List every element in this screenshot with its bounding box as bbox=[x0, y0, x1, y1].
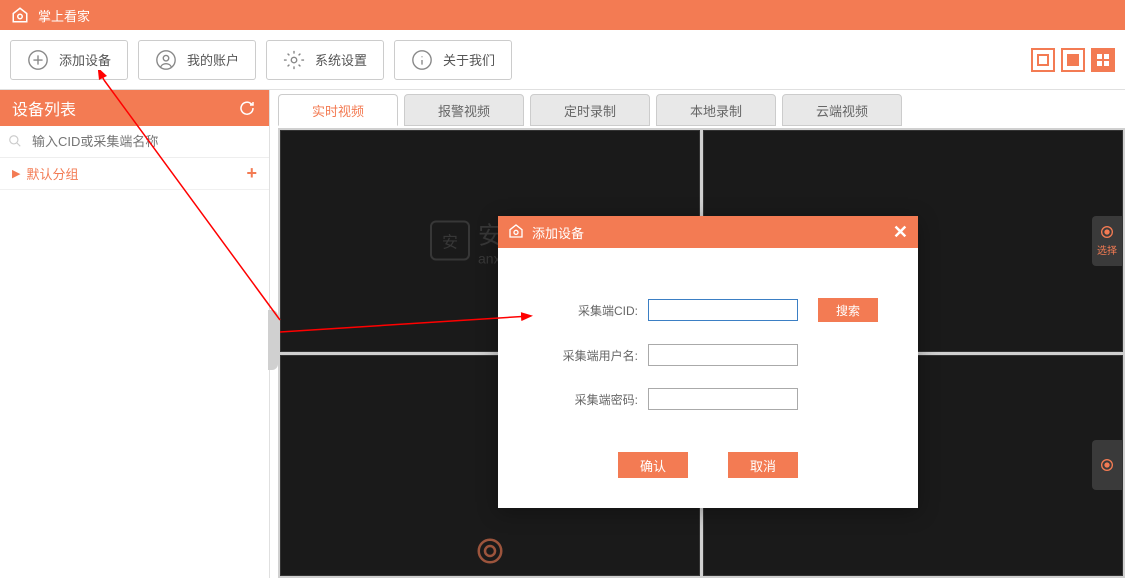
tab-scheduled[interactable]: 定时录制 bbox=[530, 94, 650, 126]
toolbar: 添加设备 我的账户 系统设置 关于我们 bbox=[0, 30, 1125, 90]
cid-input[interactable] bbox=[648, 299, 798, 321]
cancel-button-label: 取消 bbox=[750, 459, 776, 474]
user-circle-icon bbox=[155, 49, 177, 71]
ok-button-label: 确认 bbox=[640, 459, 666, 474]
search-input[interactable] bbox=[28, 130, 261, 153]
my-account-label: 我的账户 bbox=[187, 50, 239, 69]
chevron-right-icon: ▶ bbox=[12, 167, 20, 180]
tab-label: 云端视频 bbox=[816, 101, 868, 120]
dialog-title: 添加设备 bbox=[532, 223, 584, 242]
dialog-close-icon[interactable]: ✕ bbox=[893, 222, 908, 243]
password-label: 采集端密码: bbox=[528, 391, 638, 408]
cid-label: 采集端CID: bbox=[528, 302, 638, 319]
sidebar: 设备列表 ▶ 默认分组 + bbox=[0, 90, 270, 578]
default-group-item[interactable]: ▶ 默认分组 + bbox=[0, 158, 269, 190]
app-logo-icon bbox=[10, 5, 30, 25]
about-us-button[interactable]: 关于我们 bbox=[394, 40, 512, 80]
dialog-footer: 确认 取消 bbox=[528, 432, 888, 488]
tab-label: 实时视频 bbox=[312, 101, 364, 120]
username-label: 采集端用户名: bbox=[528, 347, 638, 364]
add-device-label: 添加设备 bbox=[59, 50, 111, 69]
layout-switcher bbox=[1031, 48, 1115, 72]
my-account-button[interactable]: 我的账户 bbox=[138, 40, 256, 80]
ok-button[interactable]: 确认 bbox=[618, 452, 688, 478]
tab-label: 本地录制 bbox=[690, 101, 742, 120]
tab-realtime[interactable]: 实时视频 bbox=[278, 94, 398, 126]
layout-2x2-button[interactable] bbox=[1091, 48, 1115, 72]
titlebar: 掌上看家 bbox=[0, 0, 1125, 30]
system-settings-button[interactable]: 系统设置 bbox=[266, 40, 384, 80]
app-title: 掌上看家 bbox=[38, 6, 90, 25]
add-device-button[interactable]: 添加设备 bbox=[10, 40, 128, 80]
search-button[interactable]: 搜索 bbox=[818, 298, 878, 322]
password-input[interactable] bbox=[648, 388, 798, 410]
system-settings-label: 系统设置 bbox=[315, 50, 367, 69]
group-label: 默认分组 bbox=[26, 164, 78, 183]
dialog-logo-icon bbox=[508, 223, 524, 242]
camera-icon bbox=[475, 536, 505, 571]
tab-label: 定时录制 bbox=[564, 101, 616, 120]
dialog-header: 添加设备 ✕ bbox=[498, 216, 918, 248]
info-circle-icon bbox=[411, 49, 433, 71]
about-us-label: 关于我们 bbox=[443, 50, 495, 69]
select-badge-label: 选择 bbox=[1097, 242, 1117, 257]
tab-alarm[interactable]: 报警视频 bbox=[404, 94, 524, 126]
tab-bar: 实时视频 报警视频 定时录制 本地录制 云端视频 bbox=[278, 94, 1125, 128]
sidebar-search bbox=[0, 126, 269, 158]
plus-circle-icon bbox=[27, 49, 49, 71]
sidebar-title: 设备列表 bbox=[12, 96, 76, 120]
add-to-group-icon[interactable]: + bbox=[246, 163, 257, 184]
add-device-dialog: 添加设备 ✕ 采集端CID: 搜索 采集端用户名: 采集端密码: 确认 取消 bbox=[498, 216, 918, 508]
dialog-body: 采集端CID: 搜索 采集端用户名: 采集端密码: 确认 取消 bbox=[498, 248, 918, 508]
cancel-button[interactable]: 取消 bbox=[728, 452, 798, 478]
watermark-badge-icon: 安 bbox=[430, 221, 470, 261]
layout-1x1-button[interactable] bbox=[1031, 48, 1055, 72]
sidebar-header: 设备列表 bbox=[0, 90, 269, 126]
refresh-icon[interactable] bbox=[237, 98, 257, 118]
tab-local[interactable]: 本地录制 bbox=[656, 94, 776, 126]
search-button-label: 搜索 bbox=[836, 304, 860, 318]
select-badge[interactable]: 选择 bbox=[1092, 216, 1122, 266]
search-icon bbox=[8, 134, 24, 150]
layout-fullscreen-button[interactable] bbox=[1061, 48, 1085, 72]
username-input[interactable] bbox=[648, 344, 798, 366]
sidebar-resize-handle[interactable] bbox=[268, 310, 278, 370]
select-badge[interactable] bbox=[1092, 440, 1122, 490]
tab-cloud[interactable]: 云端视频 bbox=[782, 94, 902, 126]
gear-icon bbox=[283, 49, 305, 71]
tab-label: 报警视频 bbox=[438, 101, 490, 120]
